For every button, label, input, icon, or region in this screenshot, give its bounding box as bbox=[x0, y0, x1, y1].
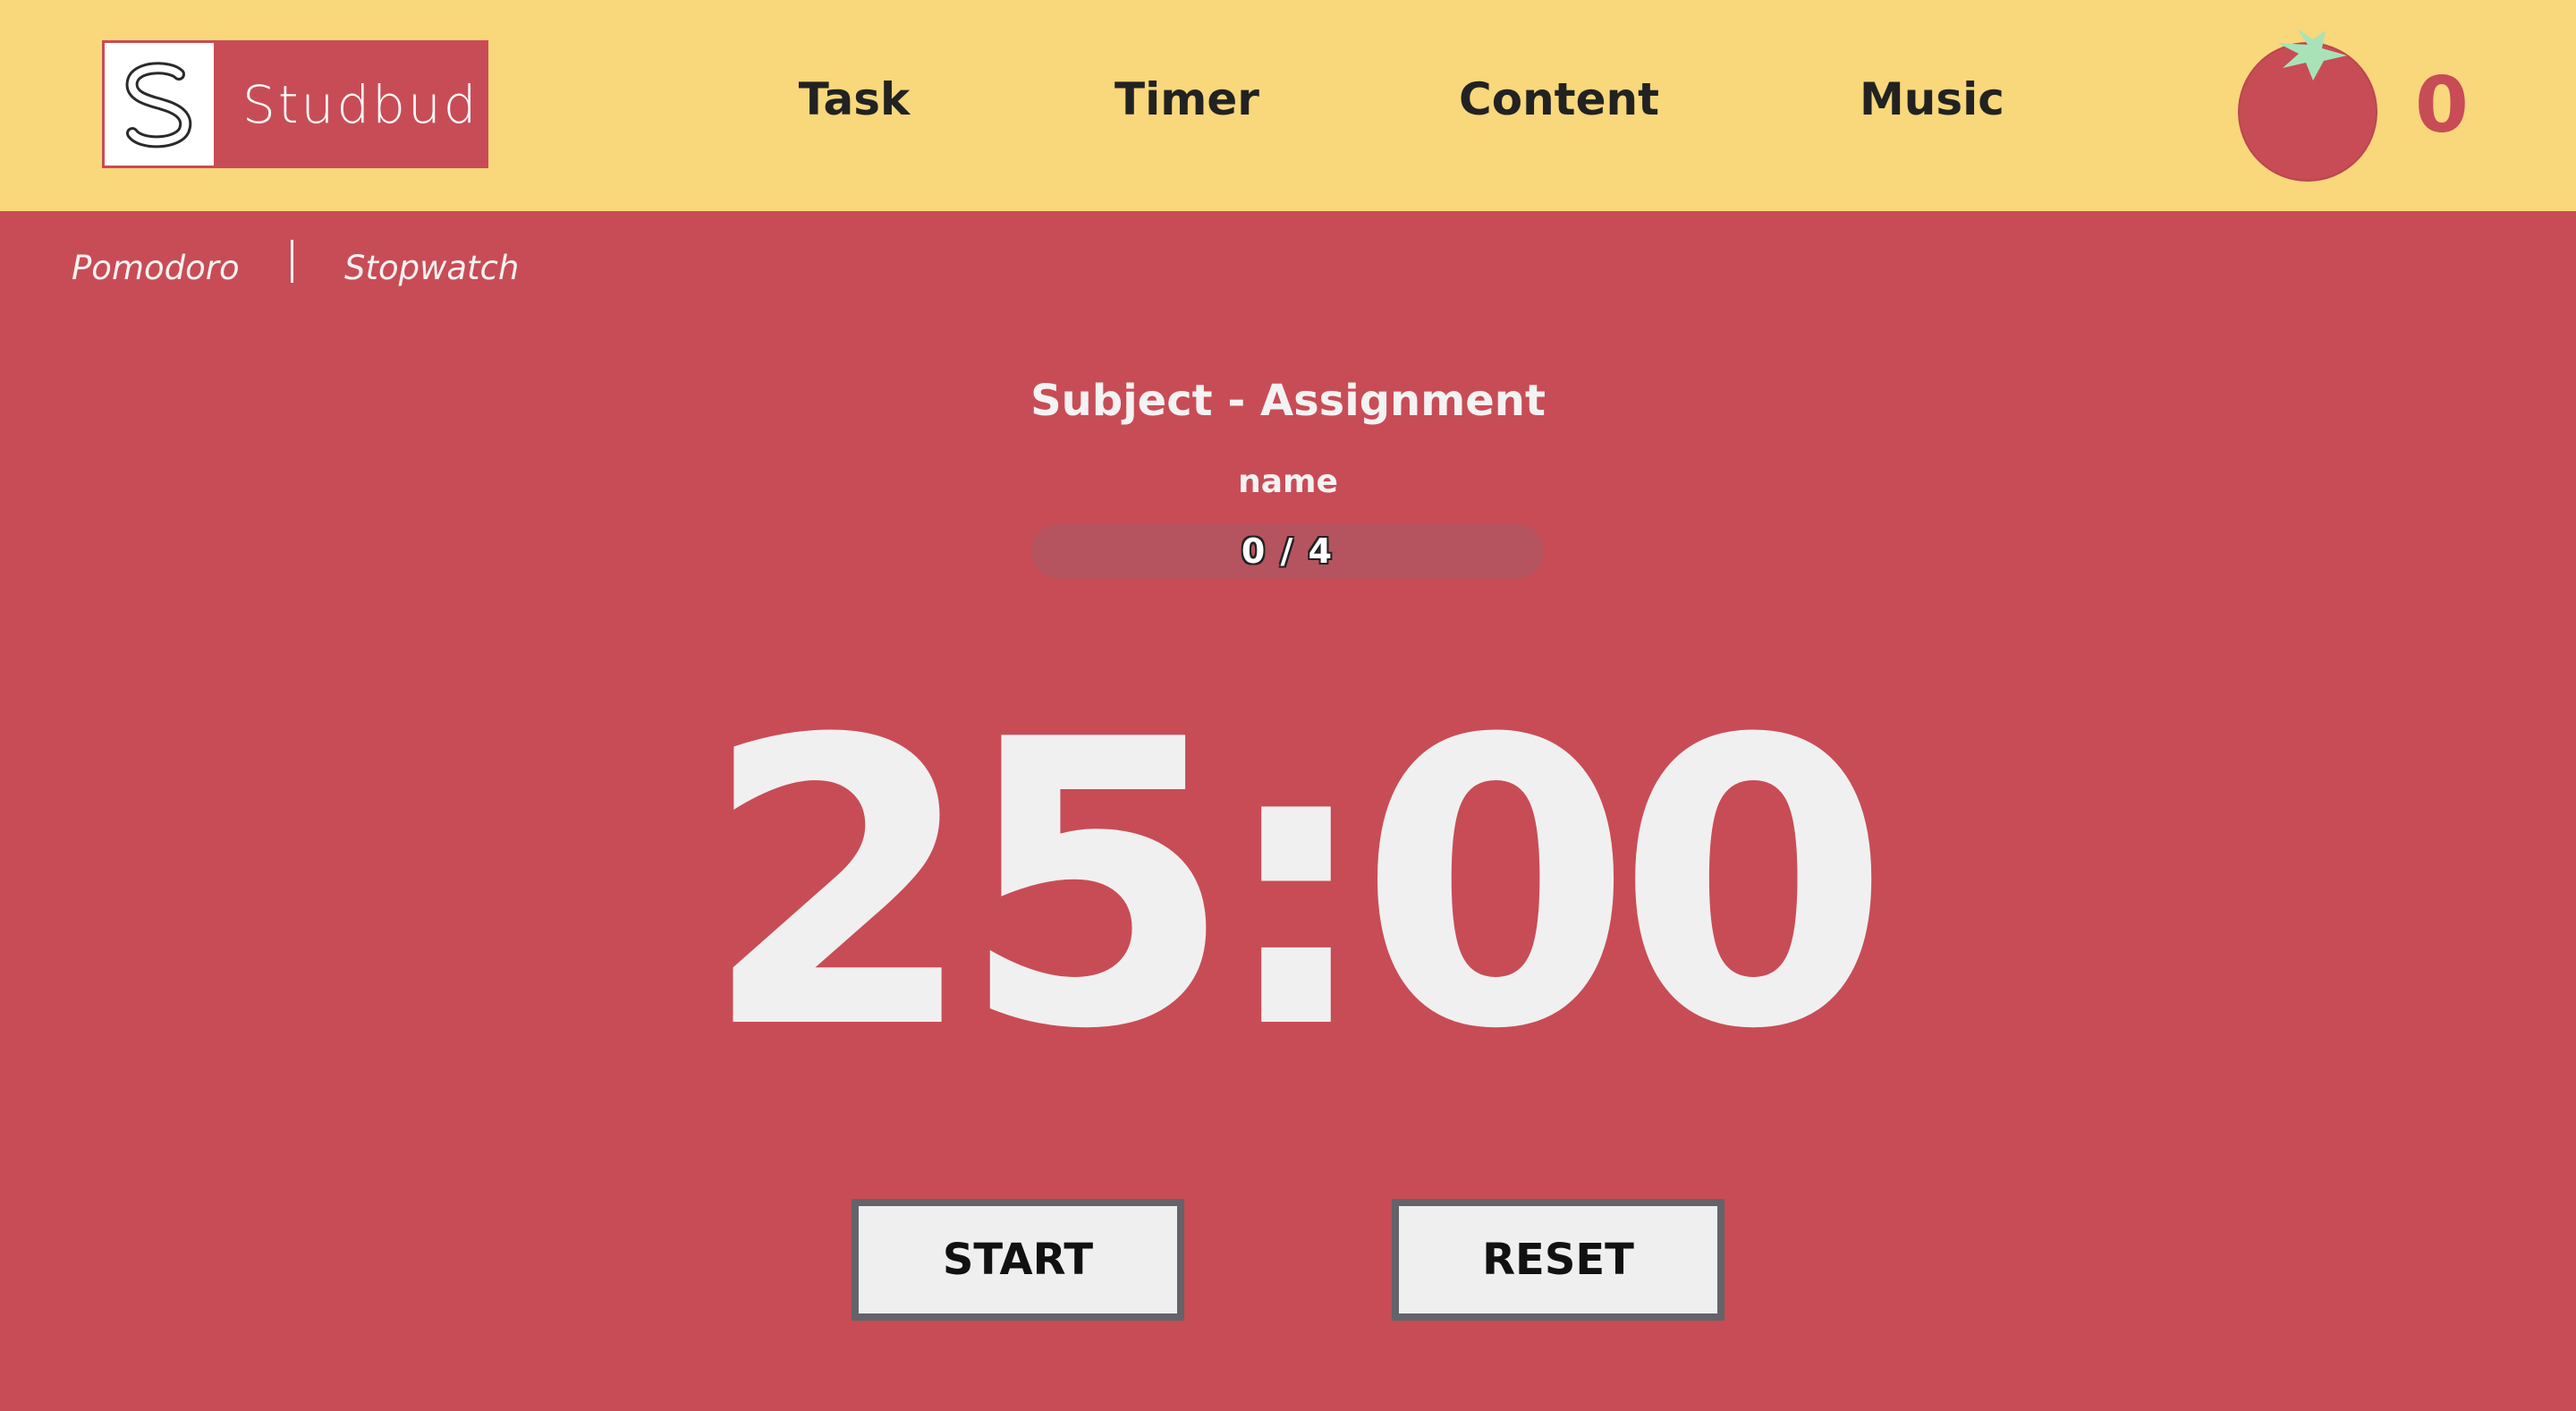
progress-label: 0 / 4 bbox=[1241, 531, 1335, 571]
tomato-icon bbox=[2233, 25, 2385, 186]
reset-button[interactable]: RESET bbox=[1392, 1199, 1724, 1321]
top-header: Studbud Task Timer Content Music 0 bbox=[0, 0, 2576, 211]
tab-pomodoro[interactable]: Pomodoro bbox=[72, 249, 240, 287]
task-title: Subject - Assignment bbox=[1030, 376, 1546, 426]
nav-item-music[interactable]: Music bbox=[1860, 73, 2004, 125]
studbud-logo[interactable]: Studbud bbox=[102, 40, 488, 168]
brand-name: Studbud bbox=[242, 73, 479, 135]
pomodoro-count: 0 bbox=[2415, 61, 2469, 150]
s-loop-logo-icon bbox=[105, 43, 214, 166]
task-name: name bbox=[1238, 463, 1338, 500]
timer-display: 25:00 bbox=[701, 657, 1891, 1115]
nav-item-content[interactable]: Content bbox=[1459, 73, 1659, 125]
tab-divider bbox=[291, 240, 293, 283]
pomodoro-progress-bar: 0 / 4 bbox=[1031, 523, 1544, 579]
tab-stopwatch[interactable]: Stopwatch bbox=[344, 249, 519, 287]
nav-item-task[interactable]: Task bbox=[799, 73, 910, 125]
start-button[interactable]: START bbox=[852, 1199, 1184, 1321]
nav-item-timer[interactable]: Timer bbox=[1114, 73, 1259, 125]
